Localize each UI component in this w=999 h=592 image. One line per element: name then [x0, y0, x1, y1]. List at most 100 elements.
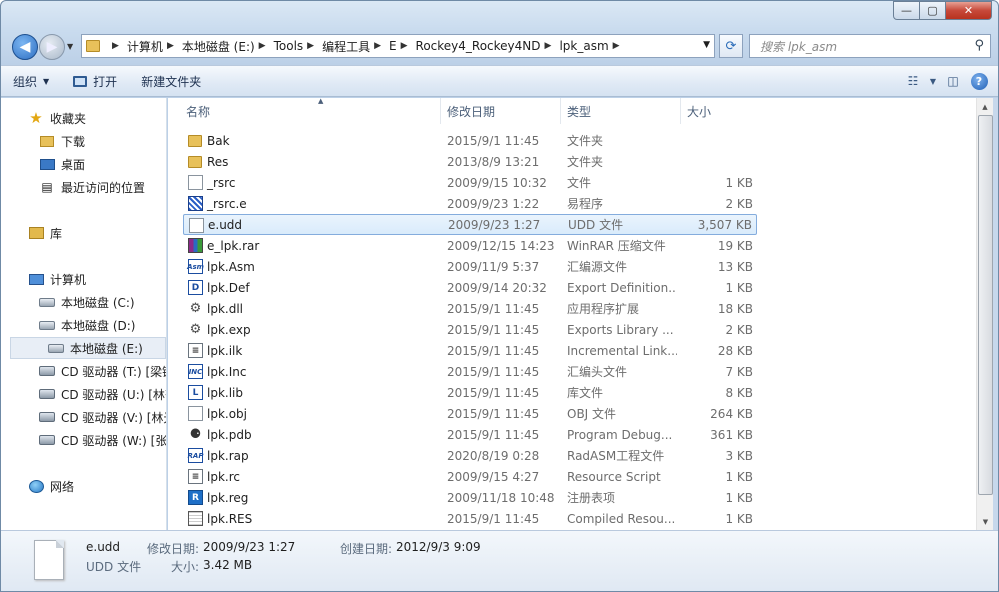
file-row[interactable]: INC lpk.Inc 2015/9/1 11:45 汇编头文件 7 KB [183, 361, 757, 382]
column-header-date[interactable]: 修改日期 [441, 98, 561, 124]
file-name: lpk.Def [207, 280, 250, 295]
breadcrumb-drive-e[interactable]: 本地磁盘 (E:) ▶ [178, 35, 270, 57]
vertical-scrollbar[interactable]: ▲ ▼ [976, 98, 993, 530]
folder-icon [86, 40, 100, 52]
close-button[interactable]: ✕ [946, 1, 992, 20]
open-button[interactable]: 打开 [61, 68, 129, 94]
breadcrumb-lpk-asm[interactable]: lpk_asm ▶ [555, 35, 623, 57]
scroll-down-arrow[interactable]: ▼ [977, 513, 994, 530]
minimize-button[interactable]: — [893, 1, 920, 20]
file-row[interactable]: Bak 2015/9/1 11:45 文件夹 [183, 130, 757, 151]
preview-pane-icon[interactable]: ◫ [940, 69, 966, 93]
nav-network[interactable]: 网络 [1, 475, 166, 497]
file-date: 2015/9/1 11:45 [447, 301, 540, 316]
details-size-value: 3.42 MB [203, 558, 253, 572]
file-name: Bak [207, 133, 230, 148]
file-type: UDD 文件 [568, 218, 624, 232]
refresh-button[interactable]: ⟳ [719, 34, 743, 58]
registry-icon: R [188, 490, 203, 505]
column-header-size[interactable]: 大小 [681, 98, 761, 124]
sort-ascending-icon: ▲ [318, 97, 324, 105]
open-icon [73, 75, 88, 87]
nav-cd-t[interactable]: CD 驱动器 (T:) [梁键 [1, 360, 166, 382]
back-button[interactable]: ◀ [12, 34, 38, 60]
nav-drive-d[interactable]: 本地磁盘 (D:) [1, 314, 166, 336]
asm-file-icon: Asm [187, 259, 204, 274]
nav-favorites[interactable]: ★ 收藏夹 [1, 107, 166, 129]
nav-cd-u[interactable]: CD 驱动器 (U:) [林齐 [1, 383, 166, 405]
details-filetype: UDD 文件 [86, 560, 142, 574]
column-header-name[interactable]: 名称 ▲ [180, 97, 441, 124]
file-type: Exports Library ... [567, 322, 674, 337]
file-row[interactable]: lpk.obj 2015/9/1 11:45 OBJ 文件 264 KB [183, 403, 757, 424]
nav-cd-v[interactable]: CD 驱动器 (V:) [林光 [1, 406, 166, 428]
file-row[interactable]: Rlpk.reg 2009/11/18 10:48 注册表项 1 KB [183, 487, 757, 508]
new-folder-button[interactable]: 新建文件夹 [129, 68, 213, 94]
details-modified-label: 修改日期: [147, 542, 200, 556]
help-button[interactable]: ? [966, 69, 992, 93]
breadcrumb-e[interactable]: E ▶ [385, 35, 412, 57]
nav-drive-e[interactable]: 本地磁盘 (E:) [10, 337, 166, 359]
file-size: 28 KB [717, 343, 753, 358]
maximize-button[interactable]: ▢ [920, 1, 946, 20]
pdb-file-icon: ⚈ [189, 427, 202, 442]
view-options-icon[interactable]: ☷ [900, 69, 926, 93]
file-row[interactable]: Asm lpk.Asm 2009/11/9 5:37 汇编源文件 13 KB [183, 256, 757, 277]
drive-icon [39, 318, 55, 332]
winrar-icon [188, 238, 203, 253]
forward-button[interactable]: ▶ [39, 34, 65, 60]
nav-computer[interactable]: 计算机 [1, 268, 166, 290]
file-row[interactable]: e_lpk.rar 2009/12/15 14:23 WinRAR 压缩文件 19 K… [183, 235, 757, 256]
blank-file-icon [188, 406, 203, 421]
file-date: 2009/11/18 10:48 [447, 490, 555, 505]
nav-libraries[interactable]: 库 [1, 222, 166, 244]
file-row[interactable]: Res 2013/8/9 13:21 文件夹 [183, 151, 757, 172]
search-icon[interactable]: ⚲ [974, 38, 984, 53]
nav-downloads[interactable]: 下载 [1, 130, 166, 152]
breadcrumb-computer[interactable]: 计算机 ▶ [123, 35, 178, 57]
file-row[interactable]: Dlpk.Def 2009/9/14 20:32 Export Definition… [183, 277, 757, 298]
file-thumbnail-icon [34, 540, 64, 580]
file-row[interactable]: Llpk.lib 2015/9/1 11:45 库文件 8 KB [183, 382, 757, 403]
file-date: 2015/9/1 11:45 [447, 133, 540, 148]
column-header-type[interactable]: 类型 [561, 98, 681, 124]
file-row[interactable]: ≡ lpk.rc 2009/9/15 4:27 Resource Script 1 KB [183, 466, 757, 487]
file-row[interactable]: _rsrc.e 2009/9/23 1:22 易程序 2 KB [183, 193, 757, 214]
recent-pages-dropdown[interactable]: ▼ [67, 42, 73, 51]
breadcrumb-programming-tools[interactable]: 编程工具 ▶ [318, 35, 385, 57]
scroll-up-arrow[interactable]: ▲ [977, 98, 993, 115]
file-row[interactable]: ⚙ lpk.dll 2015/9/1 11:45 应用程序扩展 18 KB [183, 298, 757, 319]
lib-file-icon: L [188, 385, 203, 400]
file-size: 19 KB [717, 238, 753, 253]
file-name: e.udd [208, 217, 243, 232]
address-dropdown-icon[interactable]: ▼ [703, 40, 710, 50]
file-name: Res [207, 154, 229, 169]
file-row[interactable]: lpk.RES 2015/9/1 11:45 Compiled Resou... 1 … [183, 508, 757, 529]
view-dropdown-icon[interactable]: ▼ [926, 69, 940, 93]
search-box[interactable]: 搜索 lpk_asm ⚲ [749, 34, 991, 58]
file-row[interactable]: e.udd 2009/9/23 1:27 UDD 文件 3,507 KB [183, 214, 757, 235]
breadcrumb-rockey[interactable]: Rockey4_Rockey4ND ▶ [412, 35, 556, 57]
nav-desktop[interactable]: 桌面 [1, 153, 166, 175]
file-type: 注册表项 [567, 491, 616, 505]
file-type: 汇编源文件 [567, 260, 628, 274]
organize-button[interactable]: 组织 ▼ [1, 68, 61, 94]
file-row[interactable]: RAP lpk.rap 2020/8/19 0:28 RadASM工程文件 3 KB [183, 445, 757, 466]
breadcrumb-tools[interactable]: Tools ▶ [270, 35, 318, 57]
recent-places-icon: ▤ [41, 180, 53, 194]
file-row[interactable]: ⚈ lpk.pdb 2015/9/1 11:45 Program Debug... 36… [183, 424, 757, 445]
file-row[interactable]: ⚙ lpk.exp 2015/9/1 11:45 Exports Library ..… [183, 319, 757, 340]
nav-recent-places[interactable]: ▤ 最近访问的位置 [1, 176, 166, 198]
nav-cd-w[interactable]: CD 驱动器 (W:) [张钅 [1, 429, 166, 451]
file-row[interactable]: _rsrc 2009/9/15 10:32 文件 1 KB [183, 172, 757, 193]
file-type: 文件 [567, 176, 592, 190]
file-row[interactable]: ≡ lpk.ilk 2015/9/1 11:45 Incremental Link..… [183, 340, 757, 361]
details-created-label: 创建日期: [340, 542, 393, 556]
address-bar[interactable]: ▶ 计算机 ▶ 本地磁盘 (E:) ▶ Tools ▶ 编程工具 ▶ E ▶ Rockey… [81, 34, 715, 58]
file-size: 7 KB [725, 364, 753, 379]
breadcrumb-root-arrow[interactable]: ▶ [104, 35, 123, 57]
e-program-icon [188, 196, 203, 211]
scrollbar-thumb[interactable] [978, 115, 993, 495]
nav-drive-c[interactable]: 本地磁盘 (C:) [1, 291, 166, 313]
star-icon: ★ [29, 109, 43, 127]
